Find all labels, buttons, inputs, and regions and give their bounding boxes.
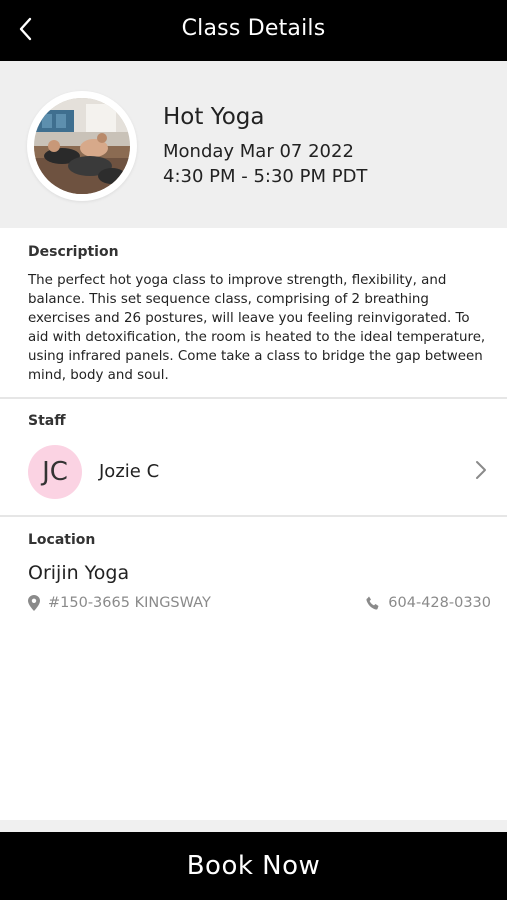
staff-initials: JC — [42, 457, 68, 487]
page-title: Class Details — [181, 16, 326, 41]
phone-text: 604-428-0330 — [388, 595, 491, 611]
staff-avatar: JC — [28, 445, 82, 499]
phone-icon — [366, 596, 380, 610]
class-date: Monday Mar 07 2022 — [163, 141, 354, 162]
top-bar: Class Details — [0, 0, 507, 61]
class-hero: Hot Yoga Monday Mar 07 2022 4:30 PM - 5:… — [0, 61, 507, 228]
map-pin-icon — [28, 595, 40, 611]
description-label: Description — [28, 244, 119, 260]
class-name: Hot Yoga — [163, 104, 265, 130]
class-photo — [34, 98, 130, 194]
divider — [0, 515, 507, 517]
class-photo-frame — [27, 91, 137, 201]
staff-label: Staff — [28, 413, 66, 429]
location-label: Location — [28, 532, 96, 548]
description-text: The perfect hot yoga class to improve st… — [28, 273, 486, 383]
footer-separator — [0, 820, 507, 832]
location-name: Orijin Yoga — [28, 562, 130, 584]
chevron-right-icon — [476, 461, 486, 479]
book-now-button[interactable]: Book Now — [0, 832, 507, 900]
divider — [0, 397, 507, 399]
location-address[interactable]: #150-3665 KINGSWAY — [28, 595, 211, 611]
class-time: 4:30 PM - 5:30 PM PDT — [163, 166, 368, 187]
staff-row[interactable]: JC Jozie C — [0, 432, 507, 512]
location-phone[interactable]: 604-428-0330 — [366, 595, 491, 611]
staff-name: Jozie C — [99, 461, 160, 482]
address-text: #150-3665 KINGSWAY — [48, 595, 211, 611]
